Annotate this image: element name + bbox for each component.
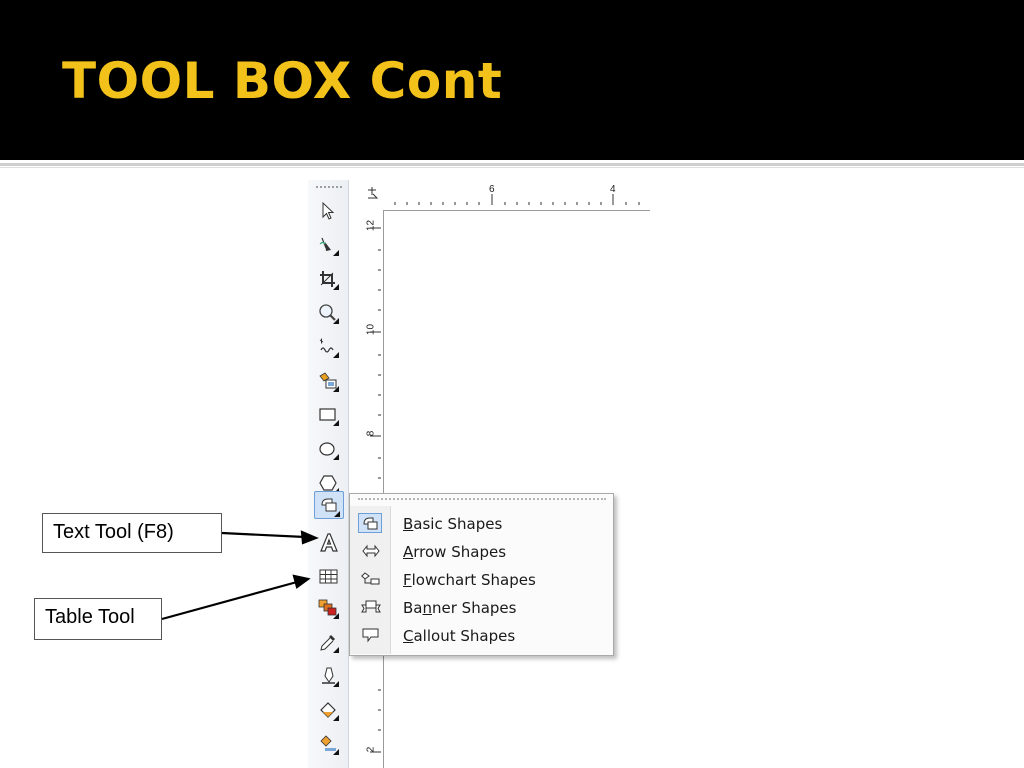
ellipse-tool[interactable] <box>314 435 344 463</box>
ruler-origin-corner[interactable] <box>363 180 383 210</box>
app-screenshot: 6 4 12 10 8 2 <box>308 180 650 768</box>
text-tool-arrow <box>221 531 306 539</box>
header-divider-thin <box>0 167 1024 168</box>
interactive-blend-tool-icon <box>318 599 339 619</box>
vertical-ruler[interactable]: 12 10 8 2 <box>363 210 384 768</box>
menu-item-callout-shapes[interactable]: Callout Shapes <box>350 621 613 649</box>
freehand-tool[interactable] <box>314 333 344 361</box>
smart-fill-tool[interactable] <box>314 367 344 395</box>
ruler-label-top: 4 <box>610 184 616 195</box>
menu-item-label: Banner Shapes <box>403 599 517 617</box>
eyedropper-tool[interactable] <box>314 628 344 656</box>
shape-tool[interactable] <box>314 231 344 259</box>
eyedropper-tool-icon <box>320 635 339 653</box>
shapes-flyout-menu: Basic Shapes Arrow Shapes Flowchart Shap… <box>349 493 614 656</box>
text-tool-callout: Text Tool (F8) <box>42 513 222 553</box>
ruler-label-left: 12 <box>365 219 377 232</box>
slide-header: TOOL BOX Cont <box>0 0 1024 160</box>
flowchart-shapes-icon <box>358 569 382 589</box>
ruler-ticks-top <box>394 194 640 205</box>
horizontal-ruler[interactable]: 6 4 <box>363 180 650 211</box>
basic-shapes-tool-icon <box>321 498 340 517</box>
table-tool[interactable] <box>314 562 344 590</box>
table-tool-callout: Table Tool <box>34 598 162 640</box>
ruler-label-left: 2 <box>365 746 377 753</box>
interactive-fill-tool-icon <box>320 735 339 755</box>
ruler-ticks-left <box>370 227 381 753</box>
ruler-label-left: 8 <box>365 430 377 437</box>
callout-shapes-icon <box>358 625 382 645</box>
flyout-grip[interactable] <box>358 498 606 500</box>
zoom-tool-icon <box>319 304 339 324</box>
menu-item-label: Callout Shapes <box>403 627 516 645</box>
pick-tool-icon <box>322 201 335 220</box>
menu-item-flowchart-shapes[interactable]: Flowchart Shapes <box>350 565 613 593</box>
toolbox <box>308 180 349 768</box>
rectangle-tool[interactable] <box>314 401 344 429</box>
shape-tool-icon <box>319 237 339 256</box>
table-tool-icon <box>319 569 338 584</box>
menu-item-label: Arrow Shapes <box>403 543 507 561</box>
basic-shapes-tool[interactable] <box>314 491 344 519</box>
fill-tool-icon <box>320 702 339 721</box>
rectangle-tool-icon <box>319 408 339 426</box>
slide-title: TOOL BOX Cont <box>62 52 503 110</box>
outline-pen-tool[interactable] <box>314 662 344 690</box>
banner-shapes-icon <box>358 597 382 617</box>
arrow-shapes-icon <box>358 541 382 561</box>
table-tool-arrowhead <box>292 574 311 589</box>
text-tool-icon <box>320 533 338 552</box>
interactive-fill-tool[interactable] <box>314 730 344 758</box>
menu-item-basic-shapes[interactable]: Basic Shapes <box>350 509 613 537</box>
basic-shapes-icon <box>358 513 382 533</box>
ellipse-tool-icon <box>319 442 339 460</box>
ruler-origin-icon <box>368 187 379 199</box>
fill-tool[interactable] <box>314 696 344 724</box>
menu-item-banner-shapes[interactable]: Banner Shapes <box>350 593 613 621</box>
text-tool[interactable] <box>314 528 344 556</box>
smart-fill-tool-icon <box>319 372 339 392</box>
zoom-tool[interactable] <box>314 299 344 327</box>
crop-tool-icon <box>320 271 339 290</box>
ruler-label-left: 10 <box>365 323 377 336</box>
ruler-label-top: 6 <box>489 184 495 195</box>
menu-item-arrow-shapes[interactable]: Arrow Shapes <box>350 537 613 565</box>
pick-tool[interactable] <box>314 197 344 225</box>
interactive-blend-tool[interactable] <box>314 594 344 622</box>
table-tool-arrow <box>161 580 298 621</box>
outline-pen-tool-icon <box>322 667 339 687</box>
menu-item-label: Flowchart Shapes <box>403 571 536 589</box>
header-divider <box>0 163 1024 166</box>
crop-tool[interactable] <box>314 265 344 293</box>
freehand-tool-icon <box>319 338 339 358</box>
toolbox-grip[interactable] <box>316 186 342 190</box>
menu-item-label: Basic Shapes <box>403 515 503 533</box>
